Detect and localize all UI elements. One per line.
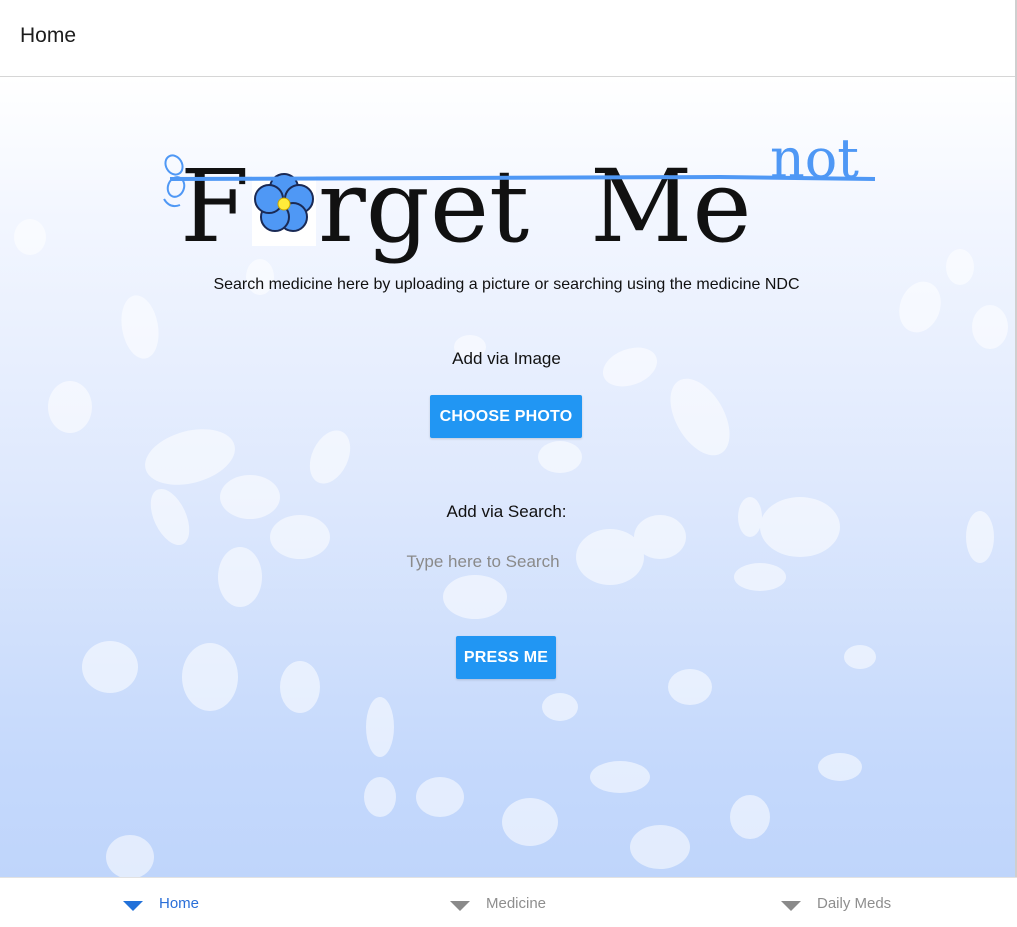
tab-home-label: Home <box>159 894 200 912</box>
bottom-tab-bar: Home Medicine Daily Meds <box>0 877 1017 927</box>
press-me-button[interactable]: PRESS ME <box>456 636 556 679</box>
tab-medicine[interactable]: Medicine <box>450 878 546 927</box>
home-content: F rget Me not Search medicine here by up… <box>0 77 1015 877</box>
add-via-search-label: Add via Search: <box>446 502 567 521</box>
flower-icon <box>252 173 316 246</box>
search-input[interactable] <box>380 547 586 577</box>
svg-text:rget: rget <box>318 148 529 265</box>
tab-daily-meds-label: Daily Meds <box>817 894 892 912</box>
choose-photo-button[interactable]: CHOOSE PHOTO <box>430 395 582 438</box>
tab-daily-meds[interactable]: Daily Meds <box>781 878 891 927</box>
page-title: Home <box>20 24 77 47</box>
tab-medicine-label: Medicine <box>486 894 547 912</box>
triangle-down-icon <box>781 901 801 911</box>
svg-text:not: not <box>770 129 859 190</box>
add-via-image-label: Add via Image <box>452 349 561 368</box>
triangle-down-icon <box>123 901 143 911</box>
svg-text:Me: Me <box>590 148 752 265</box>
tab-home[interactable]: Home <box>123 878 199 927</box>
app-header: Home <box>0 0 1015 77</box>
tagline: Search medicine here by uploading a pict… <box>213 276 800 293</box>
triangle-down-icon <box>450 901 470 911</box>
forget-me-not-logo: F rget Me not <box>163 129 876 265</box>
svg-text:F: F <box>180 148 249 265</box>
